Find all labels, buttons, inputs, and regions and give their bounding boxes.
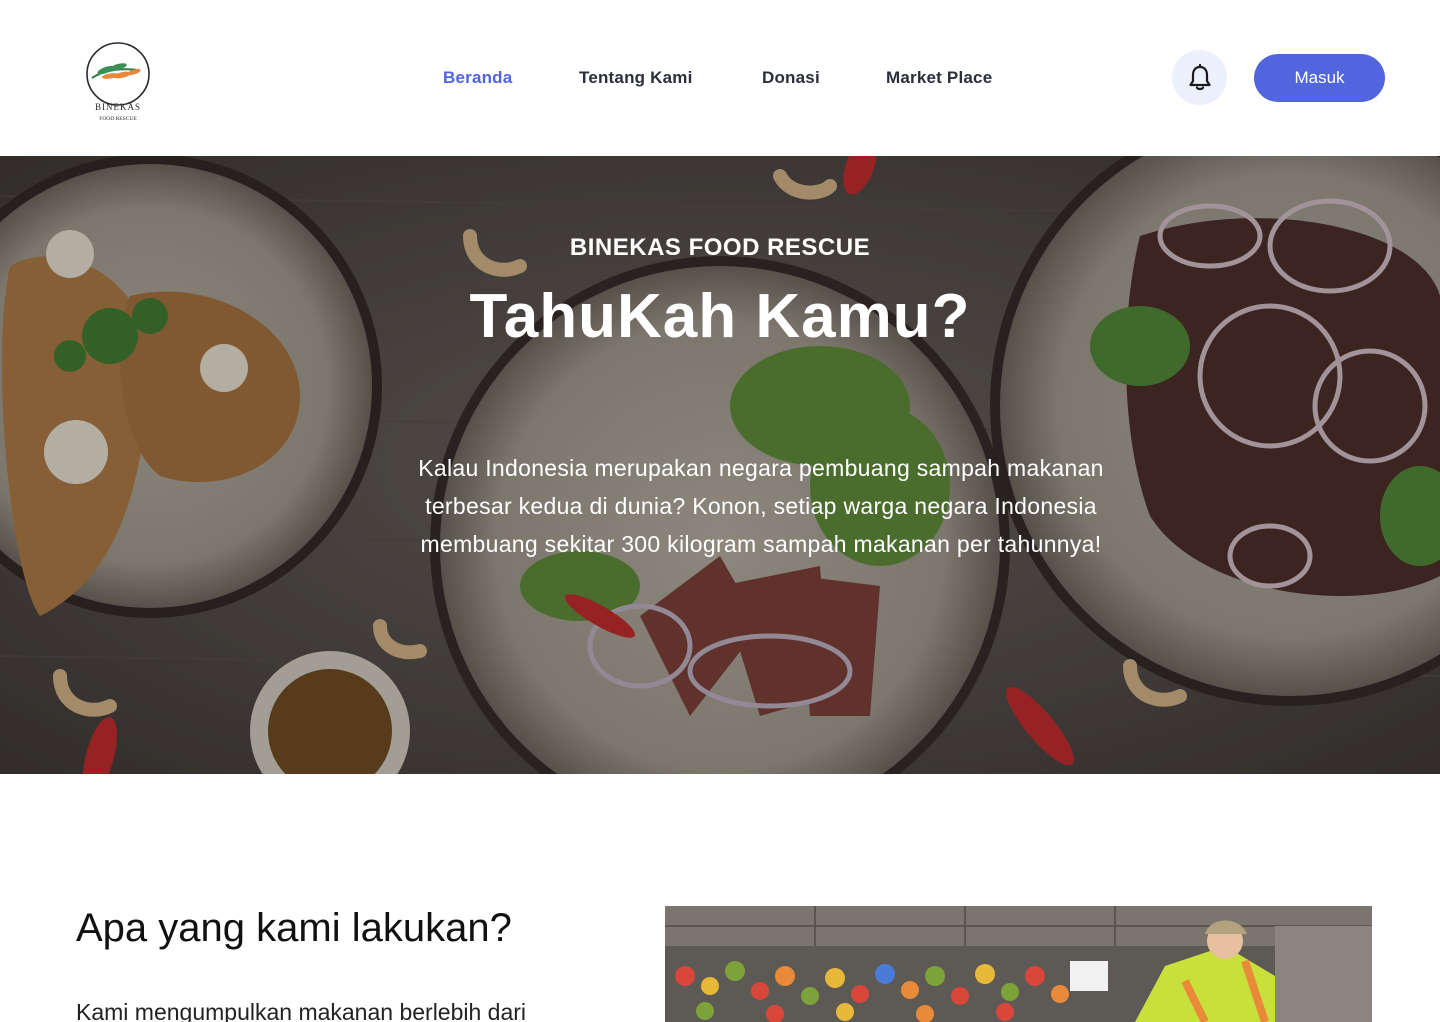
hero-banner: BINEKAS FOOD RESCUE TahuKah Kamu? Kalau … <box>0 156 1440 774</box>
hero-title: TahuKah Kamu? <box>469 282 971 351</box>
logo-sub-text: FOOD RESCUE <box>99 116 137 122</box>
logo-brand-text: BINEKAS <box>95 102 141 112</box>
nav-link-donasi[interactable]: Donasi <box>762 68 820 88</box>
login-button[interactable]: Masuk <box>1254 54 1385 102</box>
section-description: Kami mengumpulkan makanan berlebih dari <box>76 999 527 1022</box>
section-title: Apa yang kami lakukan? <box>76 906 512 950</box>
nav-link-market-place[interactable]: Market Place <box>886 68 992 88</box>
binekas-logo[interactable]: BINEKAS FOOD RESCUE <box>82 40 154 124</box>
nav-link-tentang-kami[interactable]: Tentang Kami <box>579 68 693 88</box>
hero-eyebrow: BINEKAS FOOD RESCUE <box>569 234 871 261</box>
notification-button[interactable] <box>1172 50 1227 105</box>
navbar: BINEKAS FOOD RESCUE Beranda Tentang Kami… <box>0 0 1440 156</box>
food-waste-photo <box>665 906 1372 1022</box>
bell-icon <box>1188 63 1211 90</box>
nav-link-beranda[interactable]: Beranda <box>443 68 512 88</box>
hero-description: Kalau Indonesia merupakan negara pembuan… <box>418 455 1104 557</box>
